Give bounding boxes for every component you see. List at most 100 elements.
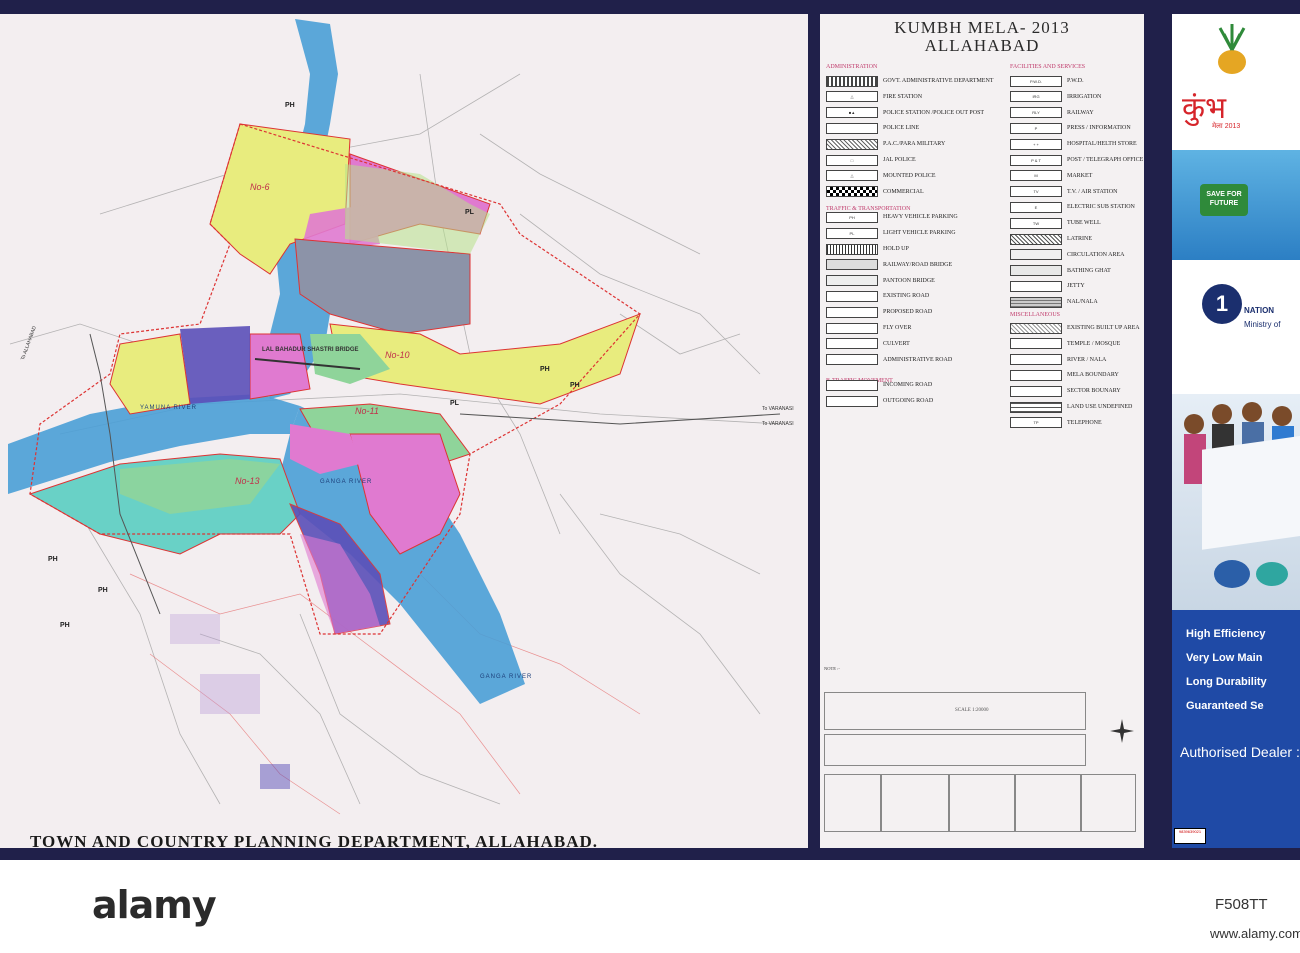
legend-label: POLICE LINE: [883, 125, 920, 132]
legend-label: MOUNTED POLICE: [883, 172, 936, 179]
legend-section-misc: MISCELLANEOUS: [1010, 312, 1061, 318]
legend-row: TV T.V. / AIR STATION: [1010, 185, 1117, 199]
legend-panel: KUMBH MELA- 2013 ALLAHABAD ADMINISTRATIO…: [820, 14, 1144, 848]
legend-swatch: TP: [1010, 417, 1062, 429]
legend-swatch: + +: [1010, 138, 1062, 150]
ph-marker: PH: [570, 382, 580, 389]
legend-label: POLICE STATION /POLICE OUT POST: [883, 109, 985, 116]
legend-swatch: TV: [1010, 186, 1062, 198]
legend-swatch: [826, 275, 878, 287]
sector-pink-mid: [249, 333, 311, 400]
legend-label: EXISTING ROAD: [883, 293, 930, 300]
legend-row: M MARKET: [1010, 169, 1092, 183]
legend-swatch: ■▲: [826, 107, 878, 119]
legend-row: RAILWAY/ROAD BRIDGE: [826, 258, 952, 272]
legend-row: △ FIRE STATION: [826, 90, 922, 104]
legend-swatch: PL: [826, 227, 878, 239]
legend-row: LAND USE UNDEFINED: [1010, 400, 1132, 414]
kalash-logo-icon: [1218, 24, 1246, 74]
legend-swatch: P: [1010, 122, 1062, 134]
legend-label: PRESS / INFORMATION: [1067, 125, 1131, 132]
legend-label: CIRCULATION AREA: [1067, 251, 1125, 258]
legend-row: PH HEAVY VEHICLE PARKING: [826, 210, 958, 224]
advertisement-panel: कुंभ मेला 2013 SAVE FOR FUTURE 1 NATION …: [1172, 14, 1300, 848]
legend-row: RLY RAILWAY: [1010, 106, 1094, 120]
legend-swatch: [1010, 265, 1062, 277]
legend-swatch: IRG: [1010, 91, 1062, 103]
legend-row: CIRCULATION AREA: [1010, 248, 1125, 262]
legend-label: MARKET: [1067, 172, 1093, 179]
legend-label: PANTOON BRIDGE: [883, 277, 935, 284]
alamy-logo: alamy: [92, 883, 217, 927]
river-label-ganga: GANGA RIVER: [320, 479, 373, 485]
legend-label: HOSPITAL/HELTH STORE: [1067, 141, 1137, 148]
legend-label: EXISTING BUILT UP AREA: [1067, 325, 1140, 331]
star-rating-icon: 1: [1202, 284, 1242, 324]
legend-label: TUBE WELL: [1067, 220, 1101, 227]
brand-name: NATION: [1244, 306, 1275, 315]
legend-row: ■▲ POLICE STATION /POLICE OUT POST: [826, 106, 984, 120]
sector-label-13: No-13: [235, 476, 260, 486]
legend-label: JAL POLICE: [883, 157, 916, 163]
signature-table: [824, 774, 1136, 832]
ad-photo: [1172, 394, 1300, 614]
ph-marker: PH: [98, 587, 108, 594]
ad-features: High Efficiency Very Low Main Long Durab…: [1172, 610, 1300, 848]
legend-swatch: [1010, 369, 1062, 381]
legend-label: OUTGOING ROAD: [883, 398, 934, 405]
legend-swatch: [826, 186, 878, 198]
legend-row: P PRESS / INFORMATION: [1010, 121, 1131, 135]
legend-swatch: [1010, 401, 1062, 413]
legend-swatch: [826, 122, 878, 134]
legend-row: INCOMING ROAD: [826, 378, 932, 392]
mela-map: [8, 19, 781, 815]
legend-swatch: P & T: [1010, 154, 1062, 166]
legend-label: FIRE STATION: [883, 93, 923, 100]
legend-label: MELA BOUNDARY: [1067, 372, 1119, 379]
legend-label: BATHING GHAT: [1067, 267, 1111, 274]
legend-swatch: P.W.D.: [1010, 75, 1062, 87]
legend-label: P.A.C./PARA MILITARY: [883, 141, 946, 148]
ph-marker: PH: [285, 102, 295, 109]
legend-row: □ JAL POLICE: [826, 153, 916, 167]
sector-label-10: No-10: [385, 350, 410, 360]
legend-label: NAL/NALA: [1067, 299, 1098, 306]
people-photo-icon: [1184, 402, 1300, 588]
legend-swatch: E: [1010, 201, 1062, 213]
legend-row: MELA BOUNDARY: [1010, 368, 1119, 382]
legend-row: TW TUBE WELL: [1010, 216, 1101, 230]
legend-row: IRG IRRIGATION: [1010, 90, 1101, 104]
legend-label: GOVT. ADMINISTRATIVE DEPARTMENT: [883, 78, 994, 84]
legend-swatch: [1010, 280, 1062, 292]
place-label: To VARANASI: [762, 406, 794, 412]
legend-row: JETTY: [1010, 279, 1085, 293]
legend-row: △ MOUNTED POLICE: [826, 169, 936, 183]
legend-label: JETTY: [1067, 283, 1085, 290]
legend-label: RAILWAY/ROAD BRIDGE: [883, 261, 953, 268]
legend-label: HEAVY VEHICLE PARKING: [883, 214, 958, 221]
sector-purple: [180, 326, 250, 404]
legend-label: IRRIGATION: [1067, 93, 1102, 100]
legend-label: ADMINISTRATIVE ROAD: [883, 356, 953, 363]
legend-title: KUMBH MELA- 2013: [894, 18, 1070, 37]
legend-swatch: RLY: [1010, 107, 1062, 119]
legend-note: NOTE :-: [824, 666, 1124, 672]
legend-row: P.W.D. P.W.D.: [1010, 74, 1084, 88]
legend-row: POLICE LINE: [826, 121, 919, 135]
legend-row: GOVT. ADMINISTRATIVE DEPARTMENT: [826, 74, 993, 88]
legend-swatch: [826, 138, 878, 150]
note-label: NOTE :-: [824, 666, 840, 671]
legend-swatch: [826, 322, 878, 334]
legend-row: BATHING GHAT: [1010, 264, 1111, 278]
feature-item: Long Durability: [1186, 676, 1267, 688]
legend-row: LATRINE: [1010, 232, 1092, 246]
legend-swatch: M: [1010, 170, 1062, 182]
legend-label: CULVERT: [883, 340, 910, 347]
legend-swatch: △: [826, 91, 878, 103]
legend-section-administration: ADMINISTRATION: [826, 64, 878, 70]
legend-row: NAL/NALA: [1010, 295, 1098, 309]
dealer-phone: 9839639021: [1174, 828, 1206, 844]
feature-item: Very Low Main: [1186, 652, 1263, 664]
legend-swatch: PH: [826, 211, 878, 223]
pl-marker: PL: [465, 209, 474, 216]
